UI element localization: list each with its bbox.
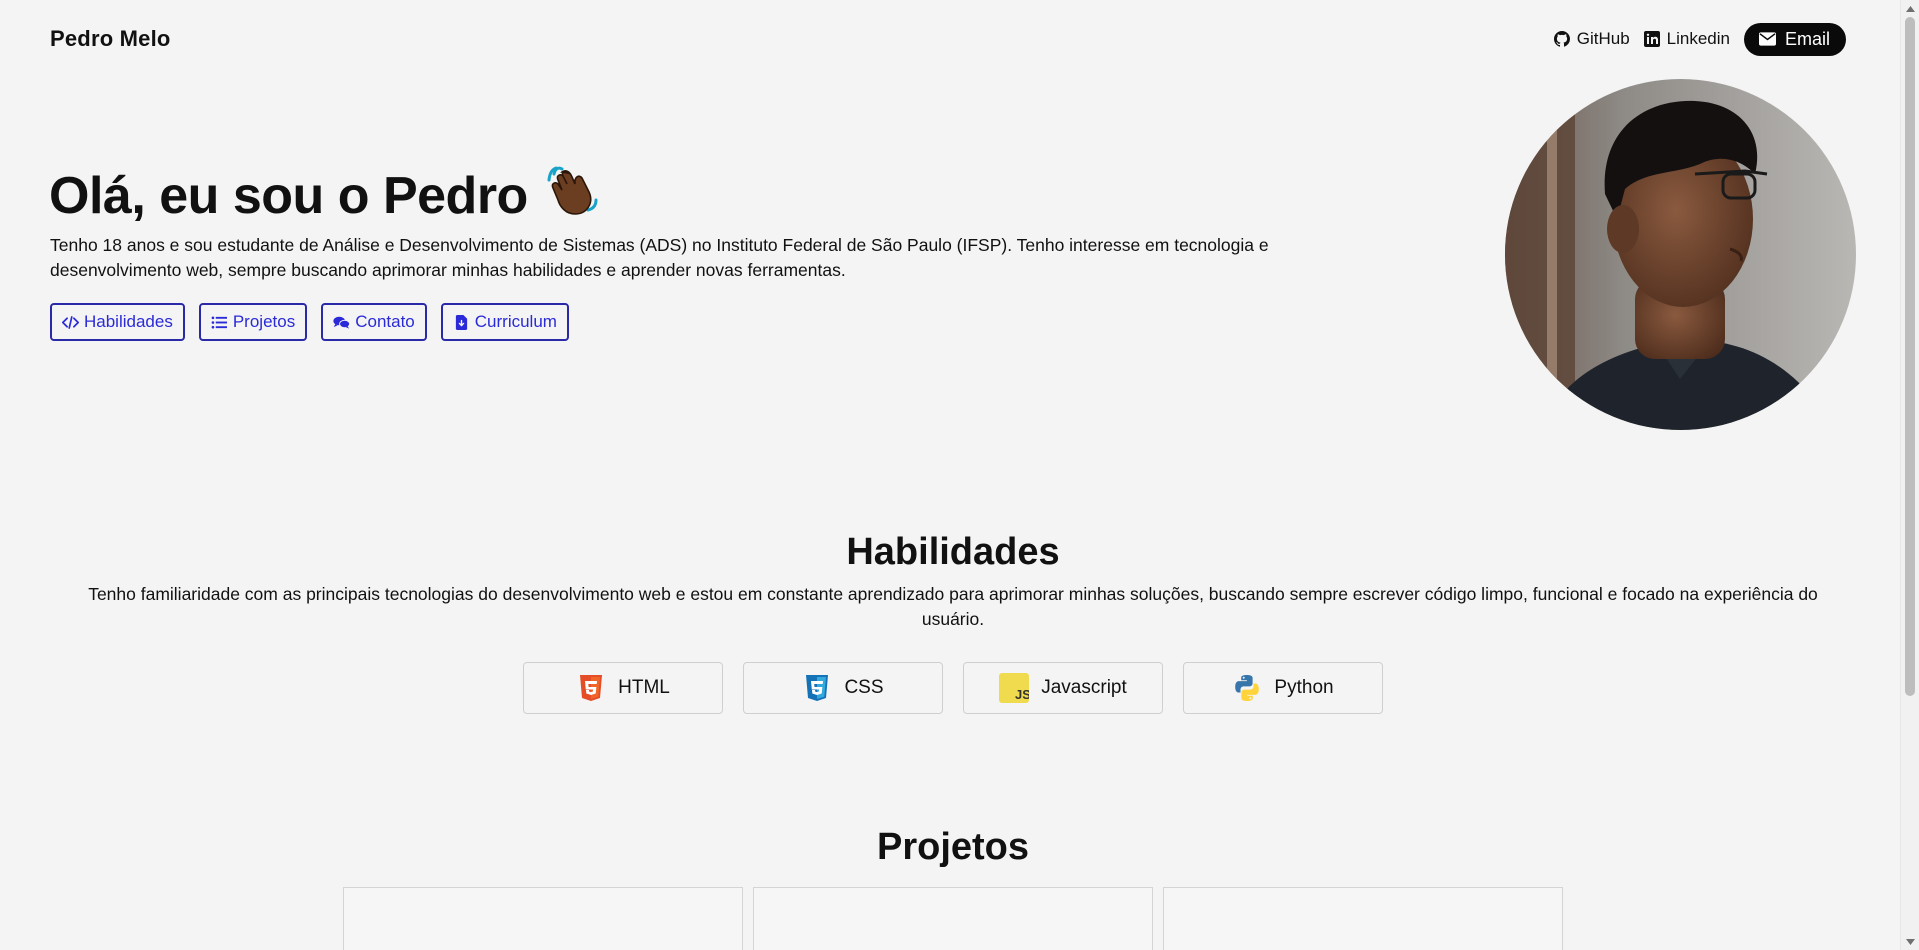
hero-title-text: Olá, eu sou o Pedro: [49, 166, 528, 225]
skill-label-javascript: Javascript: [1041, 677, 1127, 698]
projects-grid: [343, 887, 1563, 950]
github-link-label: GitHub: [1576, 29, 1630, 48]
skills-grid: HTML CSS JS Javascript Python: [523, 662, 1383, 714]
curriculum-button[interactable]: Curriculum: [440, 303, 569, 341]
skill-label-html: HTML: [618, 677, 670, 698]
curriculum-button-label: Curriculum: [474, 312, 557, 331]
waving-hand-icon: [544, 160, 602, 231]
skills-title: Habilidades: [846, 531, 1060, 573]
scroll-up-arrow-icon[interactable]: [1901, 0, 1919, 17]
projects-title: Projetos: [876, 826, 1030, 868]
email-button[interactable]: Email: [1743, 22, 1846, 56]
email-button-label: Email: [1784, 28, 1830, 49]
file-download-icon: [455, 314, 467, 330]
page: Pedro Melo GitHub Linkedin Email Olá, eu…: [0, 0, 1900, 950]
profile-photo: [1505, 79, 1856, 430]
hero-title: Olá, eu sou o Pedro: [49, 160, 602, 231]
linkedin-icon: [1643, 31, 1660, 47]
project-card[interactable]: [1163, 887, 1563, 950]
habilidades-button-label: Habilidades: [84, 312, 173, 331]
javascript-icon: JS: [999, 673, 1030, 703]
brand-name[interactable]: Pedro Melo: [50, 26, 171, 52]
skill-label-python: Python: [1274, 677, 1334, 698]
github-icon: [1553, 31, 1570, 47]
hero-actions: Habilidades Projetos Contato Curriculum: [50, 303, 569, 341]
comments-icon: [333, 316, 351, 329]
contato-button-label: Contato: [355, 312, 415, 331]
project-card[interactable]: [343, 887, 743, 950]
site-header: Pedro Melo GitHub Linkedin Email: [50, 22, 1846, 56]
python-icon: [1235, 675, 1260, 701]
project-card[interactable]: [753, 887, 1153, 950]
list-icon: [211, 316, 227, 328]
skill-label-css: CSS: [844, 677, 884, 698]
html5-icon: [580, 675, 603, 701]
envelope-icon: [1758, 32, 1776, 46]
skills-description: Tenho familiaridade com as principais te…: [88, 584, 1818, 629]
vertical-scrollbar[interactable]: [1900, 0, 1919, 950]
css3-icon: [806, 675, 829, 701]
code-icon: [62, 315, 79, 329]
skill-card-css[interactable]: CSS: [743, 662, 943, 714]
linkedin-link-label: Linkedin: [1666, 29, 1730, 48]
skill-card-python[interactable]: Python: [1183, 662, 1383, 714]
contato-button[interactable]: Contato: [321, 303, 427, 341]
habilidades-button[interactable]: Habilidades: [50, 303, 185, 341]
projetos-button-label: Projetos: [232, 312, 296, 331]
skill-card-javascript[interactable]: JS Javascript: [963, 662, 1163, 714]
projetos-button[interactable]: Projetos: [198, 303, 308, 341]
github-link[interactable]: GitHub: [1553, 29, 1630, 49]
linkedin-link[interactable]: Linkedin: [1643, 29, 1730, 49]
svg-text:JS: JS: [1015, 687, 1029, 702]
scroll-down-arrow-icon[interactable]: [1901, 933, 1919, 950]
scrollbar-thumb[interactable]: [1905, 17, 1915, 696]
skill-card-html[interactable]: HTML: [523, 662, 723, 714]
hero-description: Tenho 18 anos e sou estudante de Análise…: [50, 235, 1269, 280]
top-nav: GitHub Linkedin Email: [1553, 22, 1846, 56]
